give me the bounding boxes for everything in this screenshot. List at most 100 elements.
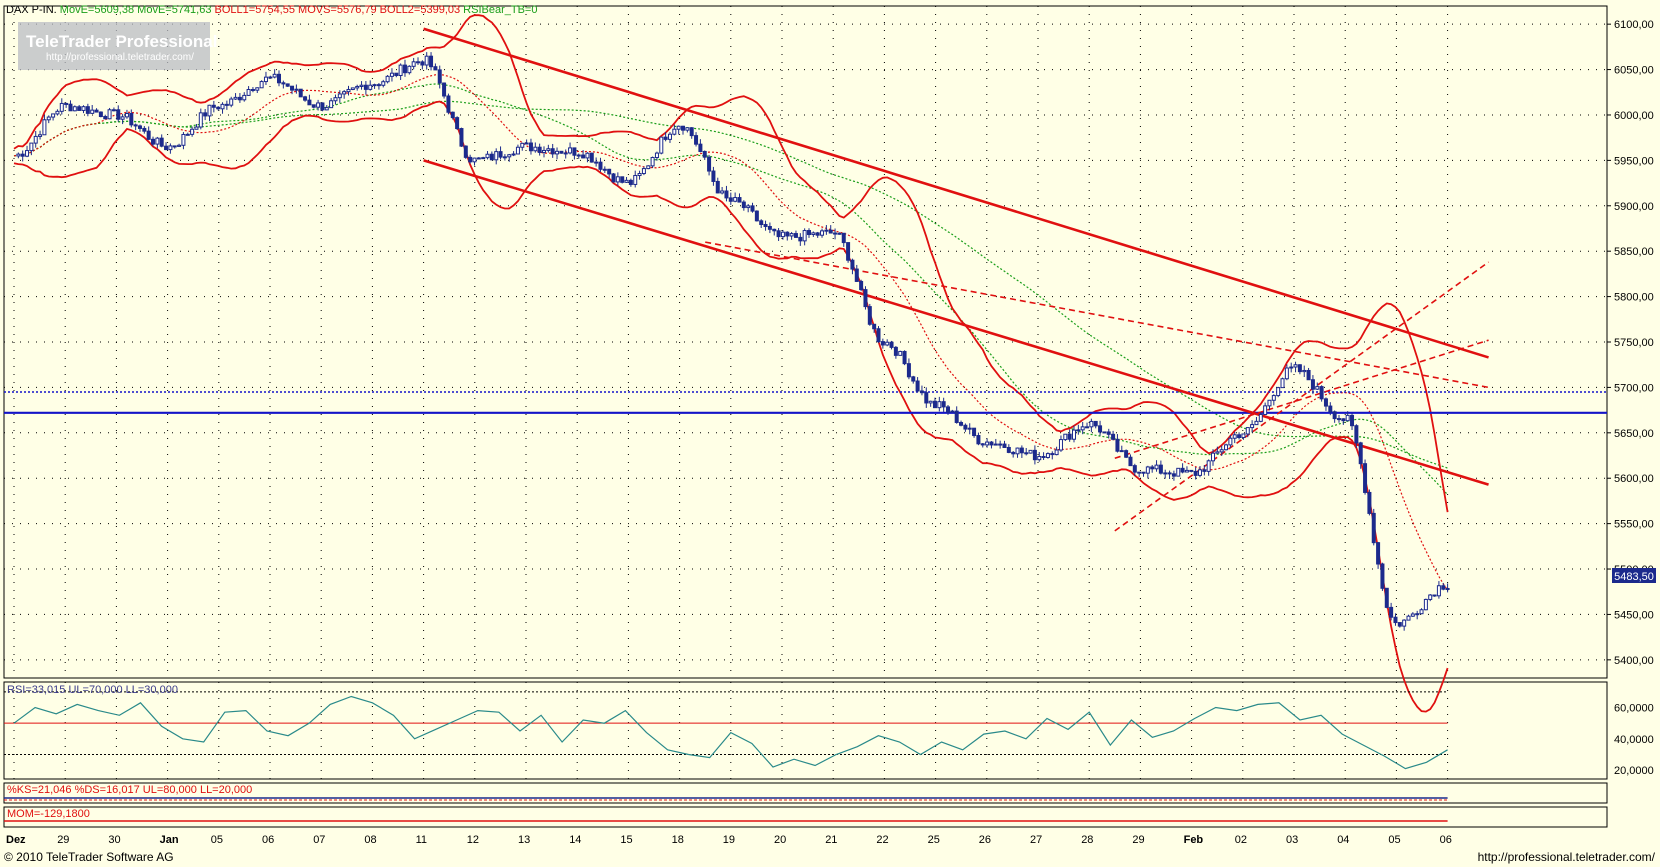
rsi-tick-label: 20,0000 <box>1614 765 1654 777</box>
copyright: © 2010 TeleTrader Software AG <box>4 850 174 864</box>
candle-body <box>967 427 972 430</box>
candle-body <box>667 133 672 140</box>
candle-body <box>1224 444 1229 451</box>
candle-body <box>893 346 898 356</box>
y-tick-label: 5750,00 <box>1614 337 1654 349</box>
candle-body <box>481 157 486 160</box>
candle-body <box>446 95 451 113</box>
candle-body <box>859 280 864 291</box>
candle-body <box>1336 418 1341 421</box>
candle-body <box>663 136 668 140</box>
header-indicator: BOLL1=5754,55 <box>211 4 295 16</box>
candle-body <box>55 110 60 115</box>
candle-body <box>159 137 164 147</box>
candle-body <box>198 112 203 128</box>
candle-body <box>837 232 842 235</box>
y-tick-label: 5700,00 <box>1614 382 1654 394</box>
candle-body <box>754 210 759 222</box>
candle-body <box>94 109 99 113</box>
header-indicator: MOVS=5576,79 <box>295 4 377 16</box>
candle-body <box>1202 469 1207 472</box>
candle-body <box>181 133 186 146</box>
candle-body <box>107 109 112 120</box>
candle-body <box>211 104 216 108</box>
candle-body <box>811 232 816 236</box>
x-tick-label: 03 <box>1286 834 1298 846</box>
candle-body <box>172 145 177 148</box>
candle-body <box>737 197 742 203</box>
candle-body <box>90 109 95 114</box>
candle-body <box>885 341 890 346</box>
x-tick-label: Feb <box>1184 834 1204 846</box>
candle-body <box>1250 424 1255 429</box>
candle-body <box>1076 429 1081 432</box>
candle-body <box>146 130 151 140</box>
candle-body <box>207 104 212 117</box>
candle-body <box>237 96 242 101</box>
candle-body <box>337 93 342 99</box>
candle-body <box>216 106 221 110</box>
candle-body <box>1410 613 1415 617</box>
candle-body <box>185 133 190 136</box>
y-tick-label: 5850,00 <box>1614 246 1654 258</box>
candle-body <box>1115 438 1120 452</box>
candle-body <box>1254 420 1259 426</box>
x-tick-label: 30 <box>108 834 120 846</box>
candle-body <box>1197 469 1202 476</box>
candle-body <box>889 341 894 348</box>
candle-body <box>363 84 368 90</box>
x-tick-label: 26 <box>979 834 991 846</box>
x-tick-label: 06 <box>1440 834 1452 846</box>
candle-body <box>220 103 225 110</box>
y-tick-label: 5900,00 <box>1614 201 1654 213</box>
candle-body <box>728 197 733 202</box>
candle-body <box>177 144 182 147</box>
candle-body <box>1215 451 1220 454</box>
x-tick-label: 18 <box>672 834 684 846</box>
footer-url[interactable]: http://professional.teletrader.com/ <box>1478 850 1656 864</box>
candle-body <box>68 103 73 112</box>
candle-body <box>1045 453 1050 458</box>
candle-body <box>25 150 30 157</box>
candle-body <box>1380 563 1385 589</box>
candle-body <box>698 143 703 152</box>
candle-body <box>741 201 746 209</box>
candle-body <box>233 96 238 100</box>
candle-body <box>1063 433 1068 441</box>
candle-body <box>1032 449 1037 461</box>
candle-body <box>1332 411 1337 420</box>
candle-body <box>1189 469 1194 472</box>
candle-body <box>915 380 920 392</box>
x-tick-label: 06 <box>262 834 274 846</box>
candle-body <box>906 363 911 378</box>
candle-body <box>246 88 251 96</box>
candle-body <box>1219 449 1224 453</box>
candle-body <box>576 154 581 157</box>
candle-body <box>1145 466 1150 474</box>
candle-body <box>250 88 255 91</box>
candle-body <box>311 104 316 108</box>
candle-body <box>450 111 455 119</box>
candle-body <box>1011 451 1016 455</box>
candle-body <box>750 205 755 212</box>
candle-body <box>937 401 942 409</box>
candle-body <box>1371 512 1376 544</box>
candle-body <box>155 137 160 145</box>
x-tick-label: 07 <box>313 834 325 846</box>
candle-body <box>1128 456 1133 467</box>
candle-body <box>798 236 803 242</box>
date-axis: Dez 29 30 Jan 05 06 07 08 11 12 13 14 15 18 19 20 21 22 25… <box>6 834 1452 846</box>
candle-body <box>972 427 977 437</box>
candle-body <box>1058 439 1063 451</box>
candle-body <box>329 100 334 109</box>
candle-body <box>1293 364 1298 368</box>
candle-body <box>1323 398 1328 407</box>
candle-body <box>190 128 195 135</box>
candle-body <box>324 107 329 111</box>
candle-body <box>1211 452 1216 462</box>
candle-body <box>46 116 51 121</box>
candle-body <box>546 148 551 151</box>
x-tick-label: 29 <box>1132 834 1144 846</box>
candle-body <box>1067 433 1072 440</box>
x-tick-label: 12 <box>467 834 479 846</box>
